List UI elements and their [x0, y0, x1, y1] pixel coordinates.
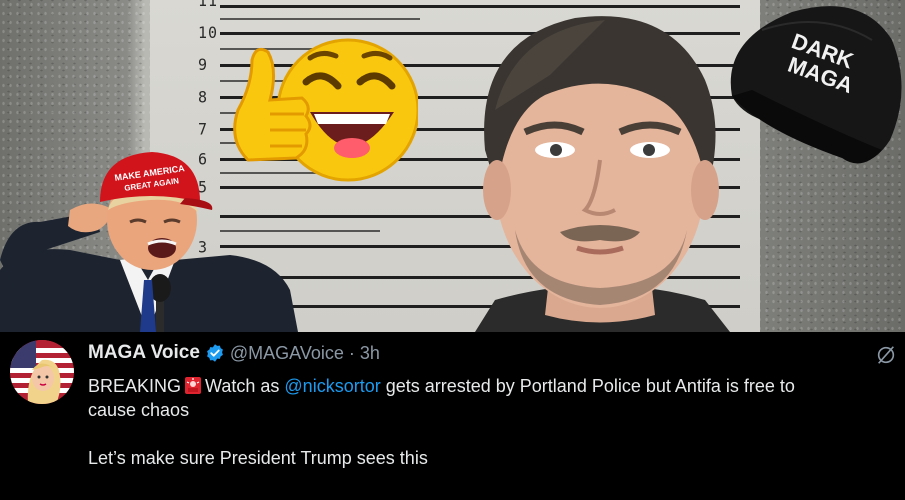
height-number: 8: [198, 87, 209, 107]
display-name[interactable]: MAGA Voice: [88, 342, 200, 364]
timestamp[interactable]: 3h: [360, 343, 380, 364]
mention-link[interactable]: @nicksortor: [284, 376, 380, 396]
meme-image[interactable]: 11 10 9 8 7 6 5 3 MAKE AMERICA GREAT AGA…: [0, 0, 905, 332]
separator-dot: ·: [348, 342, 355, 363]
thumbs-up-laughing-emoji-icon: [233, 38, 418, 182]
watch-text: Watch as: [205, 376, 280, 396]
mugshot-man-image: [475, 16, 730, 332]
breaking-text: BREAKING: [88, 376, 182, 396]
height-number: 10: [198, 23, 219, 43]
height-number: 7: [198, 119, 209, 139]
tweet-text-rest: gets arrested by Portland Police but Ant…: [385, 376, 795, 396]
siren-emoji-icon: [185, 377, 202, 394]
dark-maga-cap-image: DARK MAGA: [730, 6, 902, 164]
tweet-text: BREAKING Watch as @nicksortor gets arrest…: [88, 374, 896, 470]
tweet-text-para2: Let’s make sure President Trump sees thi…: [88, 448, 428, 468]
verified-badge-icon: [206, 344, 223, 362]
grok-icon[interactable]: [875, 344, 897, 366]
avatar[interactable]: [10, 340, 74, 404]
handle[interactable]: @MAGAVoice: [230, 343, 344, 364]
tweet-header: MAGA Voice @MAGAVoice · 3h: [88, 340, 380, 366]
height-number: 9: [198, 55, 209, 75]
tweet-text-line1: BREAKING Watch as @nicksortor gets arrest…: [88, 374, 896, 398]
tweet-text-line2: cause chaos: [88, 400, 190, 420]
height-number: 11: [198, 0, 219, 11]
tweet-card[interactable]: MAGA Voice @MAGAVoice · 3h BREAKING Watch…: [0, 332, 905, 500]
avatar-image: [10, 340, 74, 404]
height-tick: [220, 18, 420, 20]
